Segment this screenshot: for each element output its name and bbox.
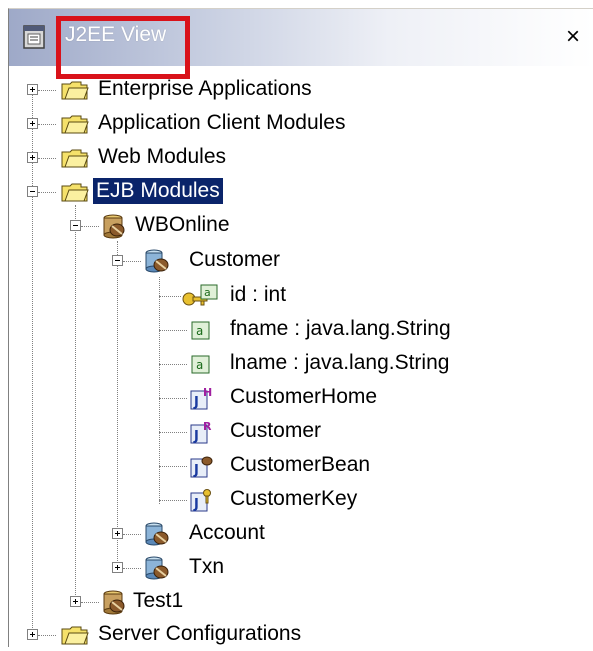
key-class-icon: J xyxy=(189,487,215,518)
folder-icon xyxy=(61,181,89,208)
tree-label: Web Modules xyxy=(98,145,227,168)
entity-bean-icon xyxy=(144,555,170,586)
svg-text:H: H xyxy=(203,386,212,399)
key-field-icon: a xyxy=(181,283,221,314)
tree-label: Application Client Modules xyxy=(98,111,346,134)
collapse-icon[interactable] xyxy=(70,220,81,231)
tree-label: Test1 xyxy=(133,589,184,612)
expand-icon[interactable] xyxy=(27,152,38,163)
tree-guide-line xyxy=(159,277,160,504)
collapse-icon[interactable] xyxy=(27,186,38,197)
folder-icon xyxy=(61,624,89,651)
svg-text:a: a xyxy=(196,324,203,338)
expand-icon[interactable] xyxy=(27,84,38,95)
tree-branch-line xyxy=(123,261,141,262)
entity-bean-icon xyxy=(144,248,170,279)
tree-branch-line xyxy=(159,466,187,467)
tree-label: fname : java.lang.String xyxy=(230,317,451,340)
home-interface-icon: JH xyxy=(189,385,215,416)
tree-label: Customer xyxy=(230,419,322,442)
collapse-icon[interactable] xyxy=(112,255,123,266)
tree-branch-line xyxy=(159,500,187,501)
tree-branch-line xyxy=(38,158,56,159)
field-icon: a xyxy=(191,321,211,346)
j2ee-tree: Enterprise Applications Application Clie… xyxy=(9,9,593,647)
tree-label: CustomerBean xyxy=(230,453,371,476)
tree-label: CustomerKey xyxy=(230,487,358,510)
remote-interface-icon: JR xyxy=(189,419,215,450)
tree-branch-line xyxy=(159,364,187,365)
expand-icon[interactable] xyxy=(112,562,123,573)
expand-icon[interactable] xyxy=(27,118,38,129)
svg-text:R: R xyxy=(203,420,212,433)
tree-branch-line xyxy=(159,330,187,331)
entity-bean-icon xyxy=(144,521,170,552)
svg-text:a: a xyxy=(196,358,203,372)
tree-branch-line xyxy=(81,226,99,227)
tree-branch-line xyxy=(123,568,141,569)
tree-branch-line xyxy=(38,192,56,193)
svg-text:J: J xyxy=(193,497,199,512)
tree-guide-line xyxy=(117,241,118,571)
j2ee-view-panel: J2EE View × Enterprise Applications Appl… xyxy=(8,8,593,647)
tree-label: Enterprise Applications xyxy=(98,77,312,100)
ejb-jar-icon xyxy=(102,213,126,244)
tree-label: Account xyxy=(189,521,265,544)
tree-branch-line xyxy=(81,602,99,603)
tree-branch-line xyxy=(159,398,187,399)
tree-branch-line xyxy=(123,534,141,535)
tree-label-selected: EJB Modules xyxy=(93,178,223,204)
expand-icon[interactable] xyxy=(27,629,38,640)
folder-icon xyxy=(61,79,89,106)
tree-branch-line xyxy=(38,635,56,636)
tree-label: lname : java.lang.String xyxy=(230,351,450,374)
field-icon: a xyxy=(191,355,211,380)
folder-icon xyxy=(61,147,89,174)
ejb-jar-icon xyxy=(102,589,126,620)
tree-label: id : int xyxy=(230,283,287,306)
svg-text:J: J xyxy=(193,463,199,478)
svg-text:a: a xyxy=(204,286,211,299)
folder-icon xyxy=(61,113,89,140)
svg-text:J: J xyxy=(193,395,199,410)
tree-branch-line xyxy=(159,432,187,433)
bean-class-icon: J xyxy=(189,453,215,484)
tree-guide-line xyxy=(32,89,33,634)
expand-icon[interactable] xyxy=(112,528,123,539)
tree-label: Customer xyxy=(189,248,281,271)
tree-guide-line xyxy=(75,205,76,605)
svg-text:J: J xyxy=(193,429,199,444)
tree-branch-line xyxy=(38,124,56,125)
tree-label: Txn xyxy=(189,555,225,578)
tree-label: WBOnline xyxy=(135,213,230,236)
tree-branch-line xyxy=(38,90,56,91)
expand-icon[interactable] xyxy=(70,596,81,607)
tree-label: CustomerHome xyxy=(230,385,378,408)
tree-label: Server Configurations xyxy=(98,622,302,645)
tree-branch-line xyxy=(159,296,181,297)
